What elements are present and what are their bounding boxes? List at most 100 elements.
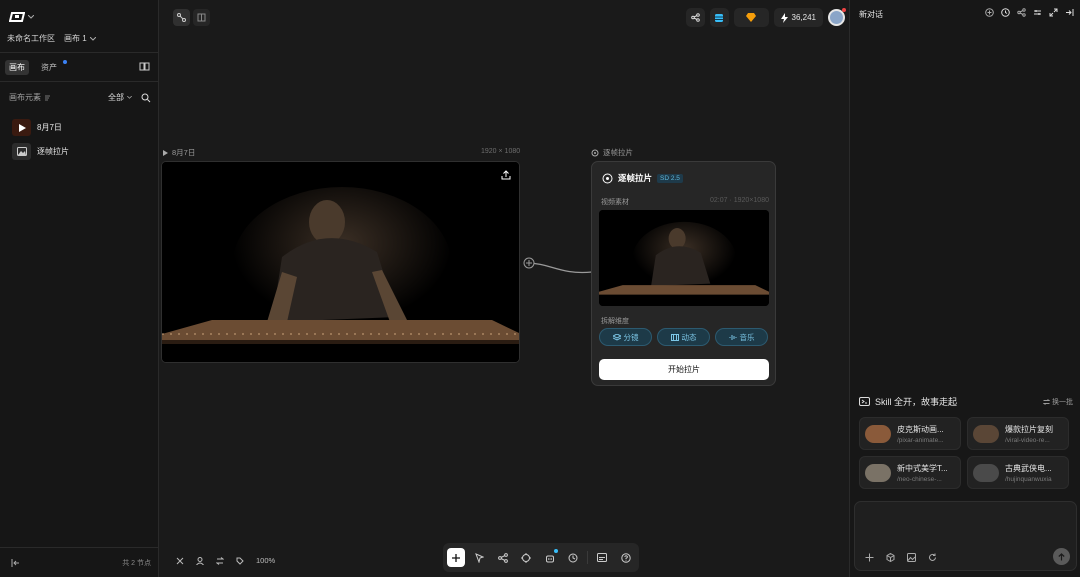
swap-icon[interactable] <box>216 556 224 565</box>
filter-label: 全部 <box>108 93 124 102</box>
dimension-label: 拆解维度 <box>601 318 629 325</box>
layer-item-video[interactable]: 8月7日 <box>12 119 62 136</box>
video-node-title: 8月7日 <box>163 147 195 158</box>
sparkle-icon <box>521 552 532 563</box>
sort-icon <box>45 95 50 100</box>
collapse-sidebar-icon[interactable] <box>11 558 20 567</box>
clock-icon <box>568 553 578 562</box>
refresh-skills-button[interactable]: 换一批 <box>1043 397 1073 407</box>
video-resolution: 1920 × 1080 <box>481 148 521 155</box>
new-chat-icon[interactable] <box>985 8 994 17</box>
skill-heading: Skill 全开，故事走起 <box>875 397 958 407</box>
collapse-panel-icon[interactable] <box>1065 8 1074 17</box>
canvas-name[interactable]: 画布 1 <box>64 33 96 44</box>
toolbar-divider <box>587 551 589 564</box>
refresh-icon[interactable] <box>928 553 937 562</box>
export-icon[interactable] <box>501 170 511 180</box>
skill-card[interactable]: 古典武侠电... /hujinquanwuxia <box>967 456 1069 489</box>
bottom-toolbar <box>443 543 639 572</box>
chat-input[interactable] <box>854 501 1077 571</box>
notification-dot <box>63 60 67 64</box>
skill-slug: /viral-video-re... <box>1005 436 1050 444</box>
tab-assets[interactable]: 资产 <box>33 60 67 75</box>
grid-icon[interactable] <box>176 557 184 565</box>
skill-name: 新中式美学T... <box>897 463 948 473</box>
skill-icon <box>859 396 870 406</box>
avatar[interactable] <box>828 8 846 26</box>
breadcrumb: 未命名工作区 画布 1 <box>7 33 96 44</box>
help-button[interactable] <box>617 548 635 567</box>
model-badge-label: SD 2.5 <box>660 174 680 182</box>
skill-card[interactable]: 皮克斯动画... /pixar-animate... <box>859 417 961 450</box>
plus-icon[interactable] <box>865 553 874 562</box>
divider <box>0 52 159 53</box>
skill-slug: /hujinquanwuxia <box>1005 475 1052 483</box>
source-label: 视频素材 <box>601 199 629 206</box>
caption-icon <box>597 553 608 562</box>
skill-list: 皮克斯动画... /pixar-animate... 爆款拉片复刻 /viral… <box>859 417 1075 489</box>
image-icon[interactable] <box>907 553 916 562</box>
source-meta: 02:07 · 1920×1080 <box>710 197 769 204</box>
help-icon <box>621 552 631 563</box>
skill-thumb-icon <box>865 463 891 482</box>
user-icon[interactable] <box>196 556 204 565</box>
chip-music[interactable]: 音乐 <box>715 328 768 346</box>
video-node[interactable] <box>161 161 520 363</box>
add-node-button[interactable] <box>447 548 466 567</box>
subtitle-tool-button[interactable] <box>593 548 611 567</box>
select-mode-button[interactable] <box>173 9 190 26</box>
layout-icon <box>197 13 206 22</box>
layers-header: 画布元素 全部 <box>9 92 151 103</box>
share-button[interactable] <box>685 8 705 27</box>
skill-text: 爆款拉片复刻 /viral-video-re... <box>1005 424 1053 444</box>
app-logo[interactable] <box>9 12 34 22</box>
video-thumbnail-image <box>599 210 769 306</box>
select-tool-button[interactable] <box>470 548 488 567</box>
video-preview-image <box>162 162 519 362</box>
frame-node[interactable]: 逐帧拉片 SD 2.5 视频素材 02:07 · 1920×1080 拆解维度 … <box>591 161 776 386</box>
membership-button[interactable] <box>733 8 769 27</box>
history-icon[interactable] <box>1001 8 1010 17</box>
skill-card[interactable]: 新中式美学T... /neo-chinese-... <box>859 456 961 489</box>
layout-mode-button[interactable] <box>193 9 210 26</box>
node-connector <box>523 257 592 274</box>
chip-motion[interactable]: 动态 <box>657 328 710 346</box>
robot-icon <box>545 555 554 562</box>
effects-tool-button[interactable] <box>517 548 535 567</box>
tab-canvas[interactable]: 画布 <box>5 60 29 75</box>
start-analysis-button[interactable]: 开始拉片 <box>599 359 769 380</box>
layer-item-frame[interactable]: 逐帧拉片 <box>12 143 69 160</box>
tag-icon[interactable] <box>236 557 244 565</box>
video-thumb-icon <box>12 119 31 136</box>
canvas-area[interactable]: 36,241 8月7日 1920 × 1080 逐帧拉片 逐帧拉片 SD 2.5… <box>159 0 849 577</box>
credits-display[interactable]: 36,241 <box>773 8 823 27</box>
divider <box>0 81 159 82</box>
expand-icon[interactable] <box>1049 8 1058 17</box>
frame-node-label: 逐帧拉片 <box>603 148 633 157</box>
agent-tool-button[interactable] <box>541 548 559 567</box>
model-badge[interactable]: SD 2.5 <box>657 173 683 183</box>
send-button[interactable] <box>1053 548 1070 565</box>
nodes-icon <box>177 13 186 22</box>
skill-card[interactable]: 爆款拉片复刻 /viral-video-re... <box>967 417 1069 450</box>
share-icon <box>690 13 700 22</box>
history-tool-button[interactable] <box>564 548 582 567</box>
chip-storyboard[interactable]: 分镜 <box>599 328 652 346</box>
share-icon[interactable] <box>1017 8 1026 17</box>
chevron-down-icon <box>28 15 34 19</box>
book-icon[interactable] <box>139 62 150 71</box>
connect-tool-button[interactable] <box>494 548 512 567</box>
source-thumbnail[interactable] <box>599 210 769 306</box>
plus-icon <box>452 553 461 562</box>
cube-icon[interactable] <box>886 553 895 562</box>
zoom-level[interactable]: 100% <box>256 556 275 565</box>
settings-sliders-icon[interactable] <box>1033 8 1042 17</box>
skill-name: 爆款拉片复刻 <box>1005 424 1053 434</box>
storage-button[interactable] <box>709 8 729 27</box>
skill-slug: /neo-chinese-... <box>897 475 942 483</box>
frame-node-header: 逐帧拉片 SD 2.5 <box>602 172 683 184</box>
canvas-name-label: 画布 1 <box>64 34 87 43</box>
chat-panel: 新对话 Skill 全开，故事走起 换一批 皮克斯动画... /pixar-an… <box>849 0 1080 577</box>
workspace-name[interactable]: 未命名工作区 <box>7 33 55 44</box>
filter-dropdown[interactable]: 全部 <box>108 92 132 103</box>
